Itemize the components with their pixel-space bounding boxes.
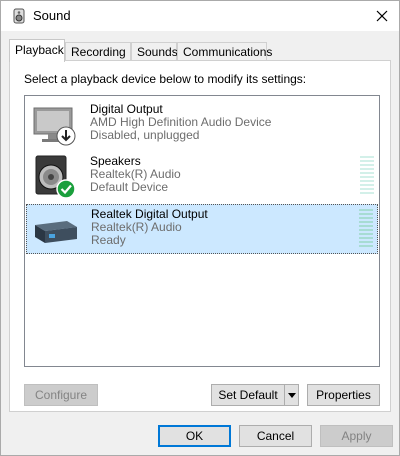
tab-playback[interactable]: Playback (9, 39, 65, 62)
level-meter (359, 209, 373, 251)
set-default-button[interactable]: Set Default (211, 384, 299, 406)
device-item-digital-output[interactable]: Digital Output AMD High Definition Audio… (26, 100, 378, 150)
speaker-icon (35, 155, 76, 199)
tab-communications[interactable]: Communications (177, 42, 272, 61)
monitor-icon (33, 107, 76, 146)
playback-panel: Select a playback device below to modify… (9, 60, 391, 412)
window-title: Sound (33, 8, 71, 23)
instruction-text: Select a playback device below to modify… (24, 72, 307, 86)
title-bar[interactable]: Sound (1, 1, 399, 31)
set-default-label: Set Default (218, 388, 278, 402)
playback-device-list[interactable]: Digital Output AMD High Definition Audio… (24, 95, 380, 367)
sound-dialog: Sound Playback Recording Sounds Communic… (0, 0, 400, 456)
device-item-realtek-digital-output[interactable]: Realtek Digital Output Realtek(R) Audio … (26, 204, 378, 254)
ok-button[interactable]: OK (158, 425, 231, 447)
close-button[interactable] (365, 1, 399, 31)
device-status: Default Device (90, 180, 169, 194)
chevron-down-icon (287, 392, 296, 398)
properties-button[interactable]: Properties (307, 384, 380, 406)
sound-app-icon (13, 8, 25, 24)
tab-sounds[interactable]: Sounds (131, 42, 178, 61)
default-check-badge (56, 179, 76, 199)
close-icon (376, 10, 388, 22)
digital-output-device-icon (35, 221, 77, 243)
device-status: Ready (91, 233, 126, 247)
device-item-speakers[interactable]: Speakers Realtek(R) Audio Default Device (26, 152, 378, 202)
cancel-button[interactable]: Cancel (239, 425, 312, 447)
unplugged-arrow-badge (56, 126, 76, 146)
apply-button[interactable]: Apply (320, 425, 393, 447)
level-meter (360, 156, 374, 198)
device-status: Disabled, unplugged (90, 128, 200, 142)
configure-button[interactable]: Configure (24, 384, 98, 406)
tab-recording[interactable]: Recording (65, 42, 131, 61)
set-default-dropdown[interactable] (284, 385, 298, 405)
dialog-buttons: OK Cancel Apply (1, 419, 399, 456)
